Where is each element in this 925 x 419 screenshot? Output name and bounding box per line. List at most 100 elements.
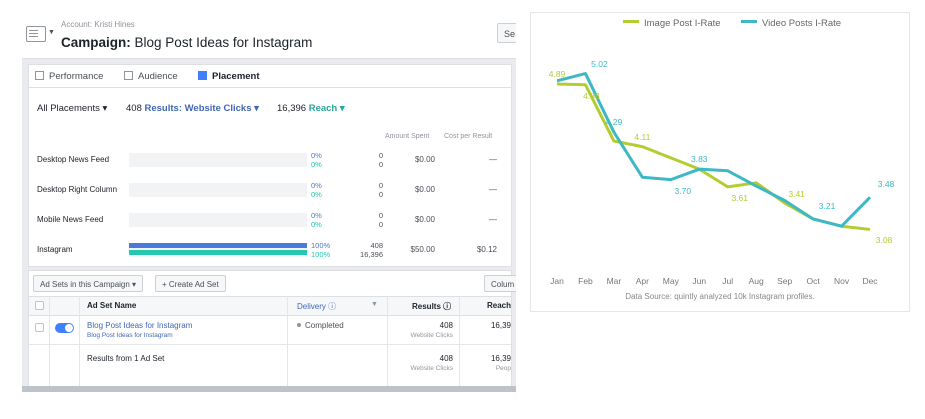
cost-per-result: — bbox=[489, 155, 497, 164]
chart-plot bbox=[556, 72, 872, 231]
reach-percent: 0% bbox=[311, 220, 322, 229]
delivery-header[interactable]: Delivery ⓘ bbox=[297, 301, 336, 312]
amount-spent: $0.00 bbox=[414, 185, 435, 194]
x-tick-label: Jul bbox=[722, 276, 734, 286]
placement-name: Desktop Right Column bbox=[37, 185, 118, 194]
data-label: 4.29 bbox=[605, 117, 623, 128]
delivery-status-text: Completed bbox=[305, 321, 344, 330]
columns-button[interactable]: Colum bbox=[484, 275, 516, 292]
reach-value: 0 bbox=[378, 190, 383, 199]
ad-set-name-header[interactable]: Ad Set Name bbox=[87, 301, 136, 310]
header-action-button[interactable]: Se bbox=[497, 23, 516, 43]
create-ad-set-button[interactable]: + Create Ad Set bbox=[155, 275, 226, 292]
bar-track bbox=[129, 153, 307, 167]
data-label: 3.08 bbox=[875, 235, 893, 246]
placements-dropdown[interactable]: All Placements ▾ bbox=[37, 103, 107, 114]
breakdown-tabs: Performance Audience Placement bbox=[29, 65, 511, 88]
irate-line-chart: Image Post I-Rate Video Posts I-Rate Dat… bbox=[530, 12, 910, 312]
data-label: 3.70 bbox=[674, 185, 692, 196]
performance-icon bbox=[35, 71, 44, 80]
chart-source: Data Source: quintly analyzed 10k Instag… bbox=[625, 292, 815, 301]
results-percent: 0% bbox=[311, 181, 322, 190]
ad-set-sub-link[interactable]: Blog Post Ideas for Instagram bbox=[87, 332, 173, 339]
chevron-down-icon[interactable]: ▼ bbox=[48, 29, 55, 36]
results-value: 0 bbox=[378, 181, 383, 190]
column-divider bbox=[49, 296, 50, 390]
sort-chevron-icon[interactable]: ▼ bbox=[371, 301, 378, 308]
results-value: 408 bbox=[370, 241, 383, 250]
tab-performance[interactable]: Performance bbox=[35, 71, 103, 82]
horizontal-scrollbar[interactable] bbox=[22, 386, 516, 392]
amount-spent: $0.00 bbox=[414, 215, 435, 224]
x-tick-label: Nov bbox=[833, 276, 850, 286]
view-menu-icon[interactable] bbox=[26, 26, 46, 42]
reach-percent: 100% bbox=[311, 250, 331, 259]
x-tick-label: Oct bbox=[806, 276, 820, 286]
data-label: 3.21 bbox=[818, 200, 836, 211]
tab-audience[interactable]: Audience bbox=[124, 71, 178, 82]
ads-manager-panel: ▼ Account: Kristi Hines Campaign: Blog P… bbox=[22, 14, 516, 392]
x-tick-label: Apr bbox=[635, 276, 649, 286]
select-all-checkbox[interactable] bbox=[35, 301, 44, 310]
placement-row: Desktop Right Column 0% 0% 0 0 $0.00 — bbox=[29, 177, 511, 205]
ad-set-reach: 16,39 bbox=[490, 321, 511, 330]
results-percent: 0% bbox=[311, 151, 322, 160]
x-tick-label: Sep bbox=[777, 276, 793, 286]
summary-reach-type: Peop bbox=[495, 365, 511, 372]
data-label: 4.88 bbox=[583, 90, 600, 101]
placement-name: Instagram bbox=[37, 245, 73, 254]
reach-value: 16,396 bbox=[360, 250, 383, 259]
placement-name: Desktop News Feed bbox=[37, 155, 110, 164]
reach-percent: 0% bbox=[311, 160, 322, 169]
campaign-title: Campaign: Blog Post Ideas for Instagram bbox=[61, 35, 312, 50]
results-metric-dropdown[interactable]: 408 Results: Website Clicks ▾ bbox=[126, 103, 259, 114]
results-percent: 0% bbox=[311, 211, 322, 220]
results-value: 0 bbox=[378, 211, 383, 220]
tab-label: Placement bbox=[212, 71, 260, 82]
campaign-prefix: Campaign: bbox=[61, 35, 131, 50]
tab-placement[interactable]: Placement bbox=[198, 71, 260, 82]
x-tick-label: Jan bbox=[550, 276, 564, 286]
ad-set-name-link[interactable]: Blog Post Ideas for Instagram bbox=[87, 321, 192, 330]
ad-set-toggle[interactable] bbox=[55, 323, 74, 333]
reach-percent: 0% bbox=[311, 190, 322, 199]
reach-header[interactable]: Reach bbox=[487, 301, 511, 310]
amount-spent-header: Amount Spent bbox=[385, 133, 430, 140]
reach-metric-dropdown[interactable]: 16,396 Reach ▾ bbox=[277, 103, 345, 114]
row-checkbox[interactable] bbox=[35, 323, 44, 332]
placement-row: Desktop News Feed 0% 0% 0 0 $0.00 — bbox=[29, 147, 511, 175]
placement-name: Mobile News Feed bbox=[37, 215, 104, 224]
placement-row: Mobile News Feed 0% 0% 0 0 $0.00 — bbox=[29, 207, 511, 235]
cost-per-result: $0.12 bbox=[476, 245, 497, 254]
data-label: 3.48 bbox=[877, 179, 895, 190]
ad-sets-dropdown[interactable]: Ad Sets in this Campaign ▾ bbox=[33, 275, 144, 292]
results-percent: 100% bbox=[311, 241, 331, 250]
amount-spent: $50.00 bbox=[410, 245, 435, 254]
results-header[interactable]: Results ⓘ bbox=[412, 301, 451, 312]
x-tick-label: Mar bbox=[606, 276, 622, 286]
column-divider bbox=[387, 296, 388, 390]
x-tick-label: Jun bbox=[692, 276, 707, 286]
tab-label: Audience bbox=[138, 71, 178, 82]
data-label: 5.02 bbox=[591, 58, 608, 69]
status-dot-icon bbox=[297, 323, 301, 327]
summary-results-type: Website Clicks bbox=[410, 365, 453, 372]
delivery-status: Completed bbox=[297, 321, 344, 330]
placement-row: Instagram 100% 100% 408 16,396 $50.00 $0… bbox=[29, 237, 511, 265]
results-count: 408 bbox=[126, 103, 142, 114]
column-divider bbox=[287, 296, 288, 390]
account-name: Account: Kristi Hines bbox=[61, 20, 135, 29]
cost-per-result-header: Cost per Result bbox=[444, 133, 493, 140]
tab-label: Performance bbox=[49, 71, 104, 82]
data-label: 3.83 bbox=[690, 154, 708, 165]
reach-value: 0 bbox=[378, 220, 383, 229]
reach-bar bbox=[129, 250, 307, 255]
reach-value: 0 bbox=[378, 160, 383, 169]
amount-spent: $0.00 bbox=[414, 155, 435, 164]
data-label: 3.61 bbox=[731, 192, 748, 203]
x-tick-label: Dec bbox=[862, 276, 878, 286]
ad-set-results: 408 bbox=[439, 321, 453, 330]
campaign-name: Blog Post Ideas for Instagram bbox=[134, 35, 313, 50]
x-tick-label: May bbox=[662, 276, 679, 286]
results-value: 0 bbox=[378, 151, 383, 160]
